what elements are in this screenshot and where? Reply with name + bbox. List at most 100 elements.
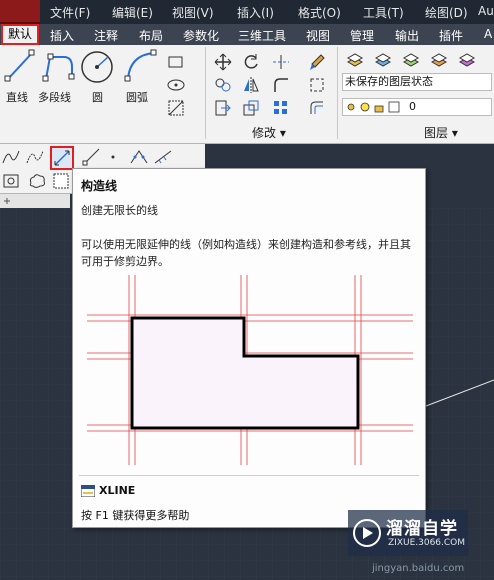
layers-icon [346,53,364,67]
construction-line-illustration [87,275,413,465]
tab-more[interactable]: A [484,27,492,41]
tab-layout[interactable]: 布局 [139,27,163,44]
layer-tool-4[interactable] [428,49,448,69]
menu-insert[interactable]: 插入(I) [237,4,274,21]
command-icon [81,485,95,497]
menu-tools[interactable]: 工具(T) [363,4,404,21]
array-icon [274,101,287,114]
explode-icon [310,78,324,92]
watermark-name: 溜溜自学 [386,519,458,539]
layer-status-icons [347,101,400,113]
point-icon [111,155,115,159]
tab-view[interactable]: 视图 [306,27,330,44]
ribbon-panel-area: 直线 多段线 圆 圆弧 修改 ▾ 未保存的图层状态 0 图层 ▾ [0,45,494,144]
move-tool[interactable] [212,51,232,71]
panel-separator [337,47,338,139]
trim-icon [273,55,289,69]
menu-edit[interactable]: 编辑(E) [112,4,153,21]
circle-tool-label: 圆 [92,91,103,104]
divide-tool[interactable] [128,146,148,166]
arc-tool-label: 圆弧 [126,91,148,104]
tab-default[interactable]: 默认 [1,24,39,45]
layers-icon [458,53,476,67]
array-tool[interactable] [270,97,290,117]
ellipse-icon [167,79,185,91]
spline-fit-tool[interactable] [0,146,20,166]
region-icon [3,174,19,188]
tooltip-help-hint: 按 F1 键获得更多帮助 [81,509,190,522]
cloud-icon [29,174,45,188]
fillet-icon [274,78,288,92]
construction-line-tool[interactable] [50,146,74,170]
spline-cv-tool[interactable] [24,146,44,166]
offset-tool[interactable] [306,97,326,117]
spline-icon [2,150,20,164]
erase-tool[interactable] [306,51,326,71]
move-icon [214,53,232,71]
copy-icon [215,78,231,92]
wipeout-tool[interactable] [50,170,70,190]
tab-annotate[interactable]: 注释 [94,27,118,44]
stretch-icon [215,100,231,116]
revcloud-tool[interactable] [26,170,46,190]
layers-icon [430,53,448,67]
tooltip-title: 构造线 [81,179,118,193]
layer-properties-button[interactable] [344,49,364,69]
mirror-tool[interactable] [240,74,260,94]
region-tool[interactable] [0,170,20,190]
tab-3d-tools[interactable]: 三维工具 [238,27,286,44]
mirror-icon [244,77,259,93]
layer-state-dropdown[interactable]: 未保存的图层状态 [342,73,492,91]
tab-plugins[interactable]: 插件 [439,27,463,44]
tab-insert[interactable]: 插入 [50,27,74,44]
trim-tool[interactable] [270,51,290,71]
watermark: 溜溜自学 ZIXUE.3066.COM [348,510,468,556]
tab-manage[interactable]: 管理 [350,27,374,44]
point-tool[interactable] [102,146,122,166]
menu-draw[interactable]: 绘图(D) [425,4,468,21]
explode-tool[interactable] [306,74,326,94]
fillet-tool[interactable] [270,74,290,94]
line-icon [4,49,35,82]
stretch-tool[interactable] [212,97,232,117]
layer-tool-2[interactable] [372,49,392,69]
hatch-tool[interactable] [165,97,185,117]
layers-panel-title[interactable]: 图层 ▾ [424,124,458,141]
copy-tool[interactable] [212,74,232,94]
wipeout-icon [53,173,69,189]
polyline-icon [42,53,75,82]
menu-bar: 文件(F) 编辑(E) 视图(V) 插入(I) 格式(O) 工具(T) 绘图(D… [0,0,494,24]
ray-icon [82,148,100,166]
layer-tool-3[interactable] [400,49,420,69]
menu-view[interactable]: 视图(V) [172,4,214,21]
tooltip-subtitle: 创建无限长的线 [81,204,158,217]
menu-autodesk[interactable]: Au [478,4,494,18]
scale-tool[interactable] [240,97,260,117]
ellipse-tool[interactable] [165,74,185,94]
tooltip-command-name: XLINE [99,484,136,497]
current-layer-dropdown[interactable]: 0 [342,98,492,116]
tab-output[interactable]: 输出 [395,27,419,44]
tooltip-divider [79,475,419,476]
layer-tool-5[interactable] [456,49,476,69]
rotate-tool[interactable] [240,51,260,71]
rectangle-tool[interactable] [165,51,185,71]
line-tool-label: 直线 [6,91,28,104]
panel-separator [205,47,206,139]
menu-file[interactable]: 文件(F) [50,4,90,21]
layers-icon [374,53,392,67]
measure-tool[interactable] [152,146,172,166]
ray-tool[interactable] [80,146,100,166]
tooltip-description: 可以使用无限延伸的线（例如构造线）来创建构造和参考线，并且其可用于修剪边界。 [81,238,411,268]
circle-icon [81,51,113,83]
rotate-icon [244,54,258,69]
tab-parametric[interactable]: 参数化 [183,27,219,44]
construction-line-icon [54,150,70,166]
menu-format[interactable]: 格式(O) [298,4,341,21]
application-menu-button[interactable] [0,0,40,24]
play-logo-icon [353,519,381,547]
measure-icon [154,150,172,164]
pin-icon[interactable] [2,196,12,206]
watermark-url: ZIXUE.3066.COM [388,538,466,548]
modify-panel-title[interactable]: 修改 ▾ [252,124,286,141]
